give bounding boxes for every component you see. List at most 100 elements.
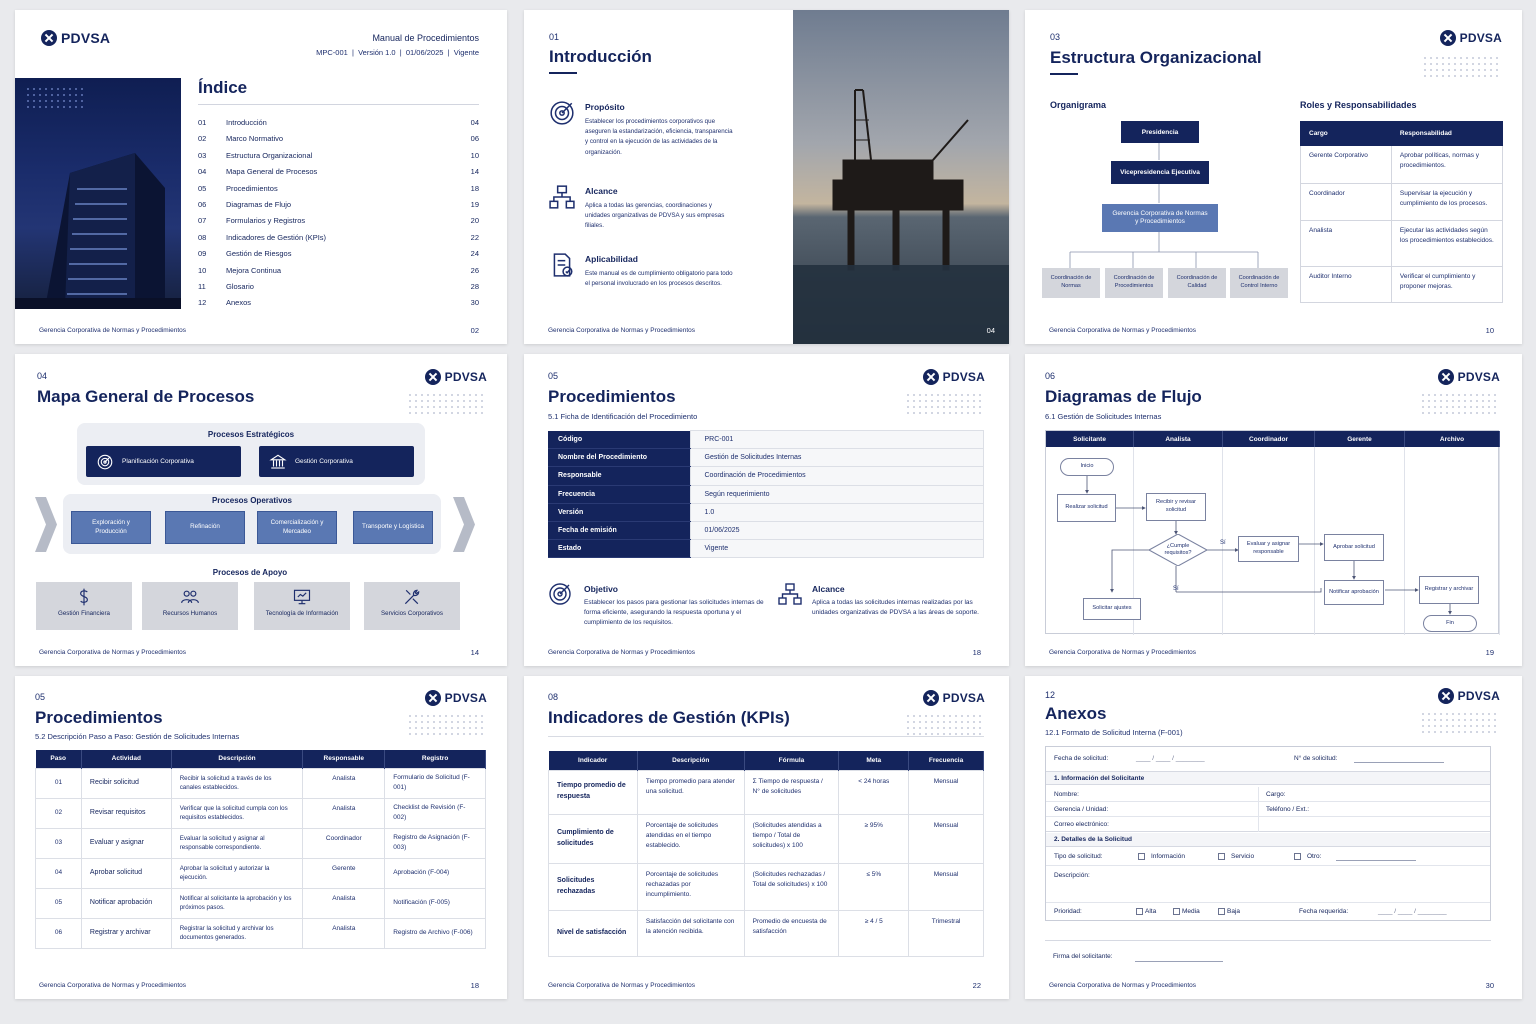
- steps-cell: 01: [35, 767, 82, 799]
- page-flowchart: PDVSA 06 Diagramas de Flujo 6.1 Gestión …: [1025, 354, 1522, 666]
- roles-cell: Gerente Corporativo: [1300, 145, 1392, 184]
- signature-box: Firma del solicitante:: [1045, 940, 1491, 970]
- pdvsa-logo: PDVSA: [922, 369, 985, 385]
- index-item-page: 06: [470, 134, 479, 144]
- steps-cell: 02: [35, 797, 82, 829]
- strategic-process-box[interactable]: Planificación Corporativa: [86, 446, 241, 477]
- type-checkbox[interactable]: [1138, 853, 1145, 860]
- steps-cell: Registrar y archivar: [80, 917, 172, 949]
- index-item[interactable]: 07 Formularios y Registros 20: [198, 216, 479, 232]
- type-checkbox[interactable]: [1218, 853, 1225, 860]
- support-process-box[interactable]: Servicios Corporativos: [364, 582, 460, 630]
- index-item[interactable]: 03 Estructura Organizacional 10: [198, 151, 479, 167]
- support-process-box[interactable]: Recursos Humanos: [142, 582, 238, 630]
- support-process-label: Tecnología de Información: [265, 610, 339, 617]
- pdvsa-logo-mark-icon: [922, 690, 939, 706]
- tools-icon: [402, 587, 422, 607]
- form-row-date: Fecha de solicitud: ____ / ____ / ______…: [1054, 755, 1484, 767]
- index-item-number: 08: [198, 232, 207, 242]
- section-subtitle: 5.1 Ficha de Identificación del Procedim…: [548, 412, 698, 421]
- priority-checkbox[interactable]: [1218, 908, 1225, 915]
- page-number: 02: [470, 326, 479, 335]
- field-divider: [1258, 802, 1259, 817]
- roles-header-cell: Cargo: [1300, 121, 1392, 146]
- priority-label: Prioridad:: [1054, 908, 1082, 915]
- table-row: Tiempo promedio de respuesta Tiempo prome…: [548, 769, 984, 815]
- date-field[interactable]: ____ / ____ / ________: [1136, 755, 1205, 762]
- steps-cell: Recibir solicitud: [80, 767, 172, 799]
- flow-archive-node: Registrar y archivar: [1419, 576, 1479, 604]
- kpi-header-cell: Frecuencia: [908, 751, 984, 770]
- signature-line[interactable]: [1135, 961, 1223, 962]
- priority-checkbox[interactable]: [1136, 908, 1143, 915]
- kpi-cell: Solicitudes rechazadas: [548, 862, 638, 911]
- form-section-2: 2. Detalles de la Solicitud: [1046, 833, 1490, 847]
- type-checkbox[interactable]: [1294, 853, 1301, 860]
- index-item-label: Estructura Organizacional: [226, 150, 313, 160]
- support-process-box[interactable]: Tecnología de Información: [254, 582, 350, 630]
- table-row: 02 Revisar requisitos Verificar que la sol…: [35, 797, 486, 829]
- scope-text: Aplica a todas las solicitudes internas …: [812, 599, 979, 617]
- form-row-type: Tipo de solicitud: Información Servicio Ot…: [1046, 850, 1490, 864]
- footer-text: Gerencia Corporativa de Normas y Procedi…: [39, 982, 187, 989]
- name-field[interactable]: [1094, 791, 1255, 801]
- flow-approve-node: Aprobar solicitud: [1324, 534, 1384, 561]
- pdvsa-logo: PDVSA: [41, 30, 110, 46]
- ficha-row: Responsable Coordinación de Procedimiento…: [548, 466, 984, 486]
- table-row: 06 Registrar y archivar Registrar la solic…: [35, 917, 486, 949]
- strategic-process-box[interactable]: Gestión Corporativa: [259, 446, 414, 477]
- section-title: Indicadores de Gestión (KPIs): [548, 708, 790, 727]
- page-number: 30: [1485, 981, 1494, 990]
- roles-heading: Roles y Responsabilidades: [1300, 100, 1417, 110]
- institution-icon: [269, 453, 287, 471]
- title-underline: [549, 72, 577, 74]
- required-date-field[interactable]: ____ / ____ / ________: [1378, 908, 1447, 915]
- request-number-field[interactable]: [1354, 762, 1444, 763]
- index-item-label: Marco Normativo: [226, 134, 284, 144]
- roles-cell: Analista: [1300, 220, 1392, 267]
- org-leaf-node: Coordinación de Control Interno: [1230, 268, 1288, 298]
- support-title: Procesos de Apoyo: [212, 568, 288, 577]
- steps-header-row: Paso Actividad Descripción Responsable Regis…: [35, 750, 486, 768]
- form-row-name: Nombre: Cargo:: [1046, 787, 1490, 802]
- index-item[interactable]: 08 Indicadores de Gestión (KPIs) 22: [198, 233, 479, 249]
- operative-process-box[interactable]: Refinación: [165, 511, 245, 544]
- index-item[interactable]: 06 Diagramas de Flujo 19: [198, 200, 479, 216]
- steps-cell: Aprobar solicitud: [80, 857, 172, 889]
- steps-cell: Evaluar y asignar: [80, 827, 172, 859]
- ficha-value: PRC-001: [689, 429, 984, 450]
- procedure-id-table: Código PRC-001 Nombre del Procedimiento Ges…: [548, 429, 984, 559]
- priority-option-label: Baja: [1227, 908, 1241, 915]
- signature-label: Firma del solicitante:: [1053, 953, 1113, 960]
- support-process-box[interactable]: Gestión Financiera: [36, 582, 132, 630]
- role-label: Cargo:: [1266, 791, 1286, 798]
- intro-block-title: Aplicabilidad: [585, 254, 638, 264]
- operative-process-box[interactable]: Transporte y Logística: [353, 511, 433, 544]
- ficha-label: Estado: [548, 539, 690, 559]
- index-item[interactable]: 10 Mejora Continua 26: [198, 266, 479, 282]
- manual-title: Manual de Procedimientos: [372, 33, 479, 43]
- index-item[interactable]: 05 Procedimientos 18: [198, 184, 479, 200]
- table-row: 03 Evaluar y asignar Evaluar la solicitud …: [35, 827, 486, 859]
- index-item[interactable]: 11 Glosario 28: [198, 282, 479, 298]
- other-field[interactable]: [1336, 860, 1416, 861]
- steps-cell: Formulario de Solicitud (F-001): [384, 767, 486, 799]
- index-item[interactable]: 02 Marco Normativo 06: [198, 134, 479, 150]
- kpi-header-row: Indicador Descripción Fórmula Meta Frecuenci…: [548, 751, 984, 770]
- flow-decision-label: ¿Cumple requisitos?: [1164, 543, 1192, 557]
- index-item[interactable]: 09 Gestión de Riesgos 24: [198, 249, 479, 265]
- kpi-cell: (Solicitudes atendidas a tiempo / Total …: [743, 813, 840, 864]
- roles-cell: Coordinador: [1300, 183, 1392, 221]
- steps-cell: Aprobar la solicitud y autorizar la ejec…: [170, 857, 304, 889]
- index-item[interactable]: 12 Anexos 30: [198, 298, 479, 314]
- section-subtitle: 12.1 Formato de Solicitud Interna (F-001…: [1045, 728, 1183, 737]
- index-item[interactable]: 01 Introducción 04: [198, 118, 479, 134]
- kpi-header-cell: Meta: [838, 751, 910, 770]
- ficha-row: Estado Vigente: [548, 539, 984, 559]
- field-divider: [1258, 787, 1259, 802]
- operative-process-box[interactable]: Comercialización y Mercadeo: [257, 511, 337, 544]
- priority-checkbox[interactable]: [1173, 908, 1180, 915]
- operative-process-box[interactable]: Exploración y Producción: [71, 511, 151, 544]
- index-item[interactable]: 04 Mapa General de Procesos 14: [198, 167, 479, 183]
- objective-title: Objetivo: [584, 584, 619, 594]
